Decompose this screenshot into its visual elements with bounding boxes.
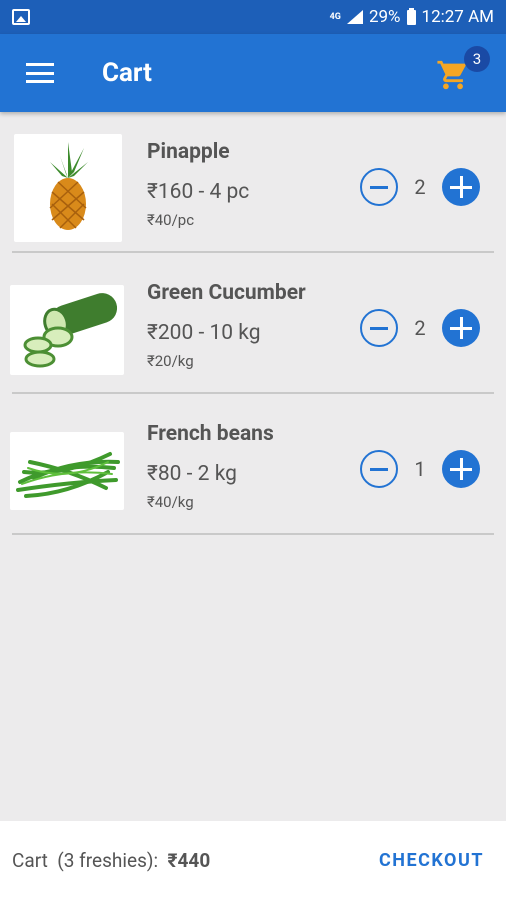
increase-quantity-button[interactable] [442,309,480,347]
item-unit-price: ₹40/pc [147,211,195,229]
checkout-button[interactable]: CHECKOUT [379,850,484,871]
cart-item: Pinapple ₹160 - 4 pc ₹40/pc 2 [0,112,506,253]
clock: 12:27 AM [421,7,494,27]
page-title: Cart [102,58,152,88]
french-beans-image [10,432,124,510]
cart-item: Green Cucumber ₹200 - 10 kg ₹20/kg 2 [0,253,506,394]
gallery-icon [12,9,30,25]
divider [12,533,494,535]
status-bar: 4G 29% 12:27 AM [0,0,506,34]
cart-summary-bar: Cart (3 freshies): ₹440 CHECKOUT [0,821,506,900]
decrease-quantity-button[interactable] [360,309,398,347]
quantity-value: 1 [414,457,426,481]
cart-list: Pinapple ₹160 - 4 pc ₹40/pc 2 Green Cucu… [0,112,506,535]
quantity-stepper: 1 [360,450,480,488]
battery-percent: 29% [368,7,401,27]
app-bar: Cart 3 [0,34,506,112]
pineapple-image [14,134,122,242]
increase-quantity-button[interactable] [442,168,480,206]
battery-icon [406,7,416,25]
item-price: ₹200 - 10 kg [147,321,261,345]
decrease-quantity-button[interactable] [360,450,398,488]
decrease-quantity-button[interactable] [360,168,398,206]
item-name: Pinapple [147,140,230,164]
network-indicator: 4G [329,11,341,22]
item-unit-price: ₹20/kg [147,352,194,370]
freshies-count: (3 freshies): [57,849,159,872]
cart-item: French beans ₹80 - 2 kg ₹40/kg 1 [0,394,506,535]
quantity-stepper: 2 [360,168,480,206]
quantity-value: 2 [414,175,426,199]
item-price: ₹160 - 4 pc [147,180,250,204]
cart-count-badge: 3 [464,46,490,72]
item-name: French beans [147,422,274,446]
cart-total: ₹440 [167,849,211,872]
quantity-stepper: 2 [360,309,480,347]
increase-quantity-button[interactable] [442,450,480,488]
item-name: Green Cucumber [147,281,306,305]
item-unit-price: ₹40/kg [147,493,194,511]
item-price: ₹80 - 2 kg [147,462,237,486]
quantity-value: 2 [414,316,426,340]
cart-summary: Cart (3 freshies): ₹440 [12,849,210,872]
cucumber-image [10,285,124,375]
signal-icon [346,10,363,24]
cart-summary-label: Cart [12,849,48,872]
menu-icon[interactable] [26,63,54,83]
